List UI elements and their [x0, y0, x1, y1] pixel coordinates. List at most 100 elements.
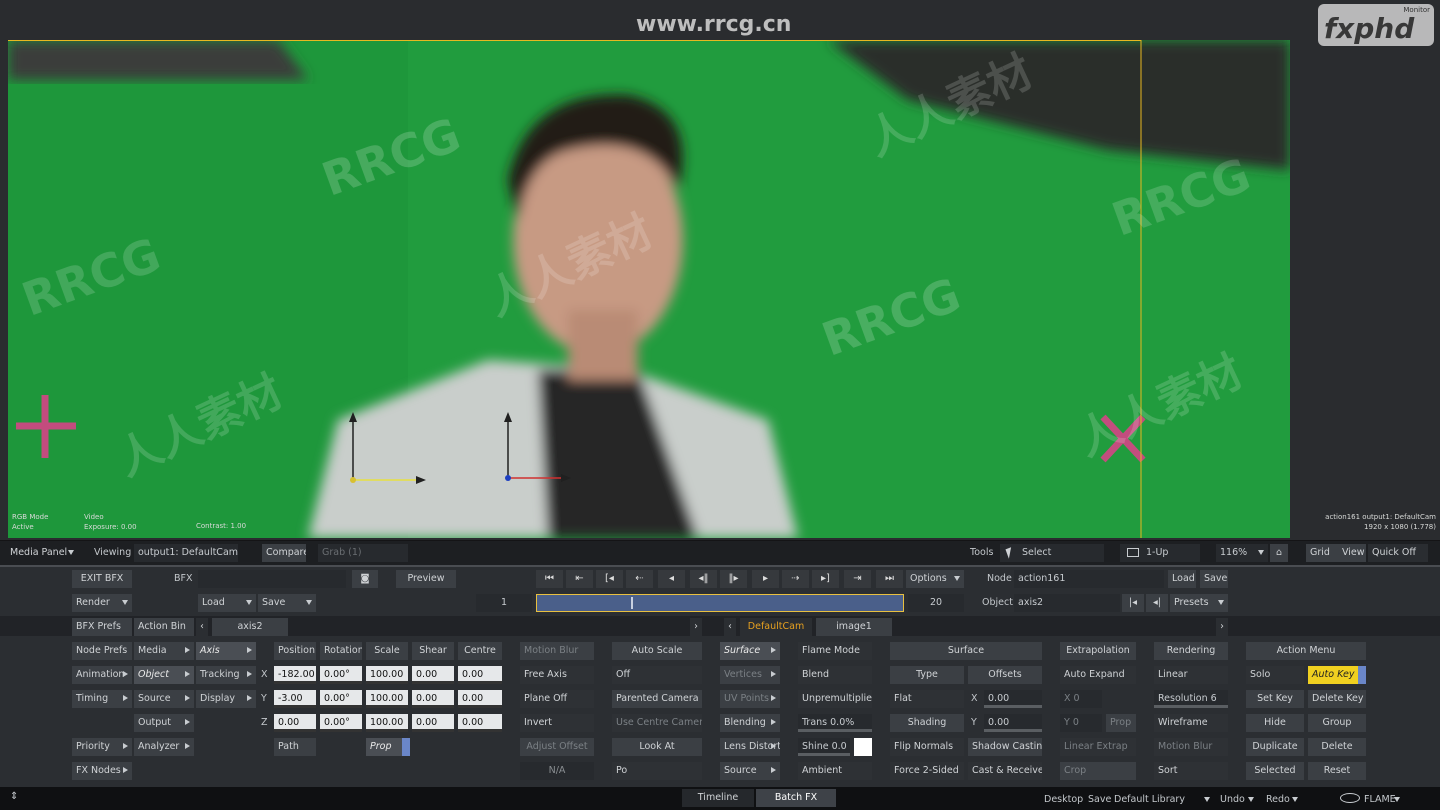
type-button[interactable]: Type: [890, 666, 964, 684]
prev-key-icon[interactable]: ⇤: [566, 570, 593, 588]
output-button[interactable]: Output: [134, 714, 194, 732]
flame-menu[interactable]: FLAME: [1364, 791, 1404, 809]
action-menu-header[interactable]: Action Menu: [1246, 642, 1366, 660]
offset-x-field[interactable]: 0.00: [984, 690, 1042, 708]
position-x-field[interactable]: -182.00: [274, 666, 316, 684]
load-button[interactable]: Load: [198, 594, 256, 612]
action-bin-button[interactable]: Action Bin: [134, 618, 194, 636]
invert-button[interactable]: Invert: [520, 714, 594, 732]
scale-y-field[interactable]: 100.00: [366, 690, 408, 708]
go-start-icon[interactable]: ⏮: [536, 570, 563, 588]
free-axis-button[interactable]: Free Axis: [520, 666, 594, 684]
play-icon[interactable]: ▸: [752, 570, 779, 588]
parented-camera-button[interactable]: Parented Camera: [612, 690, 702, 708]
step-back-icon[interactable]: ◂: [658, 570, 685, 588]
scale-header[interactable]: Scale: [366, 642, 408, 660]
presets-button[interactable]: Presets: [1170, 594, 1228, 612]
reset-button[interactable]: Reset: [1308, 762, 1366, 780]
look-at-button[interactable]: Look At: [612, 738, 702, 756]
shear-x-field[interactable]: 0.00: [412, 666, 454, 684]
tracking-button[interactable]: Tracking: [196, 666, 256, 684]
plane-off-button[interactable]: Plane Off: [520, 690, 594, 708]
animation-button[interactable]: Animation: [72, 666, 132, 684]
display-button[interactable]: Display: [196, 690, 256, 708]
expand-icon[interactable]: ⇕: [10, 791, 18, 802]
surface-button[interactable]: Surface: [720, 642, 780, 660]
flip-normals-button[interactable]: Flip Normals: [890, 738, 964, 756]
rotation-x-field[interactable]: 0.00°: [320, 666, 362, 684]
fx-nodes-button[interactable]: FX Nodes: [72, 762, 132, 780]
use-centre-camera-button[interactable]: Use Centre Camera: [612, 714, 702, 732]
frame-start-field[interactable]: 1: [476, 594, 532, 612]
render-motion-blur-button[interactable]: Motion Blur: [1154, 738, 1228, 756]
save-button[interactable]: Save: [258, 594, 316, 612]
bfx-prefs-button[interactable]: BFX Prefs: [72, 618, 132, 636]
position-header[interactable]: Position: [274, 642, 316, 660]
sort-button[interactable]: Sort: [1154, 762, 1228, 780]
centre-z-field[interactable]: 0.00: [458, 714, 502, 732]
shear-y-field[interactable]: 0.00: [412, 690, 454, 708]
resolution-field[interactable]: Resolution 6: [1154, 690, 1228, 708]
lens-distort-button[interactable]: Lens Distort: [720, 738, 780, 756]
timing-button[interactable]: Timing: [72, 690, 132, 708]
exit-bfx-button[interactable]: EXIT BFX: [72, 570, 132, 588]
analyzer-button[interactable]: Analyzer: [134, 738, 194, 756]
scale-z-field[interactable]: 100.00: [366, 714, 408, 732]
group-button[interactable]: Group: [1308, 714, 1366, 732]
next-object-icon[interactable]: ◂|: [1146, 594, 1168, 612]
surface-source-button[interactable]: Source: [720, 762, 780, 780]
blend-button[interactable]: Blend: [798, 666, 872, 684]
library-select[interactable]: Default Library: [1114, 791, 1214, 809]
desktop-button[interactable]: Desktop: [1044, 791, 1083, 809]
status-save-button[interactable]: Save: [1088, 791, 1111, 809]
rotation-y-field[interactable]: 0.00°: [320, 690, 362, 708]
force-2-sided-button[interactable]: Force 2-Sided: [890, 762, 964, 780]
tab-scroll-left-icon[interactable]: ‹: [196, 618, 208, 636]
redo-button[interactable]: Redo: [1266, 791, 1302, 809]
centre-y-field[interactable]: 0.00: [458, 690, 502, 708]
uv-points-button[interactable]: UV Points: [720, 690, 780, 708]
tab-scroll-right-icon[interactable]: ›: [690, 618, 702, 636]
auto-key-button[interactable]: Auto Key: [1308, 666, 1366, 684]
node-save-button[interactable]: Save: [1200, 570, 1228, 588]
wireframe-button[interactable]: Wireframe: [1154, 714, 1228, 732]
bfx-name-field[interactable]: [198, 570, 346, 588]
blending-button[interactable]: Blending: [720, 714, 780, 732]
shine-color-swatch[interactable]: [854, 738, 872, 756]
solo-button[interactable]: Solo: [1246, 666, 1304, 684]
object-button[interactable]: Object: [134, 666, 194, 684]
selected-button[interactable]: Selected: [1246, 762, 1304, 780]
tab-scroll-left2-icon[interactable]: ‹: [724, 618, 736, 636]
frame-end-field[interactable]: 20: [908, 594, 964, 612]
position-mode-button[interactable]: Po: [612, 762, 702, 780]
compare-button[interactable]: Compare: [262, 544, 306, 562]
media-button[interactable]: Media: [134, 642, 194, 660]
flame-mode-button[interactable]: Flame Mode: [798, 642, 872, 660]
shine-field[interactable]: Shine 0.0: [798, 738, 850, 756]
timeline-tab[interactable]: Timeline: [682, 789, 754, 807]
scale-x-field[interactable]: 100.00: [366, 666, 408, 684]
grid-button[interactable]: Grid: [1306, 544, 1338, 562]
view-button[interactable]: View: [1338, 544, 1366, 562]
transparency-field[interactable]: Trans 0.0%: [798, 714, 872, 732]
batch-fx-tab[interactable]: Batch FX: [756, 789, 836, 807]
play-reverse-icon[interactable]: ◂‖: [690, 570, 717, 588]
viewing-select[interactable]: output1: DefaultCam: [134, 544, 238, 562]
hide-button[interactable]: Hide: [1246, 714, 1304, 732]
options-button[interactable]: Options: [906, 570, 964, 588]
offset-y-field[interactable]: 0.00: [984, 714, 1042, 732]
cast-receive-button[interactable]: Cast & Receive: [968, 762, 1042, 780]
undo-button[interactable]: Undo: [1220, 791, 1258, 809]
shadow-casting-button[interactable]: Shadow Casting: [968, 738, 1042, 756]
object-name-field[interactable]: axis2: [1014, 594, 1120, 612]
timeline-scrubber[interactable]: [536, 594, 904, 612]
position-z-field[interactable]: 0.00: [274, 714, 316, 732]
extrap-prop-button[interactable]: Prop: [1106, 714, 1136, 732]
zoom-field[interactable]: 116%: [1216, 544, 1268, 562]
snapshot-icon[interactable]: ◙: [352, 570, 378, 588]
home-icon[interactable]: ⌂: [1270, 544, 1288, 562]
linear-extrap-button[interactable]: Linear Extrap: [1060, 738, 1136, 756]
centre-x-field[interactable]: 0.00: [458, 666, 502, 684]
vertices-button[interactable]: Vertices: [720, 666, 780, 684]
next-keyframe-icon[interactable]: ⇢: [782, 570, 809, 588]
